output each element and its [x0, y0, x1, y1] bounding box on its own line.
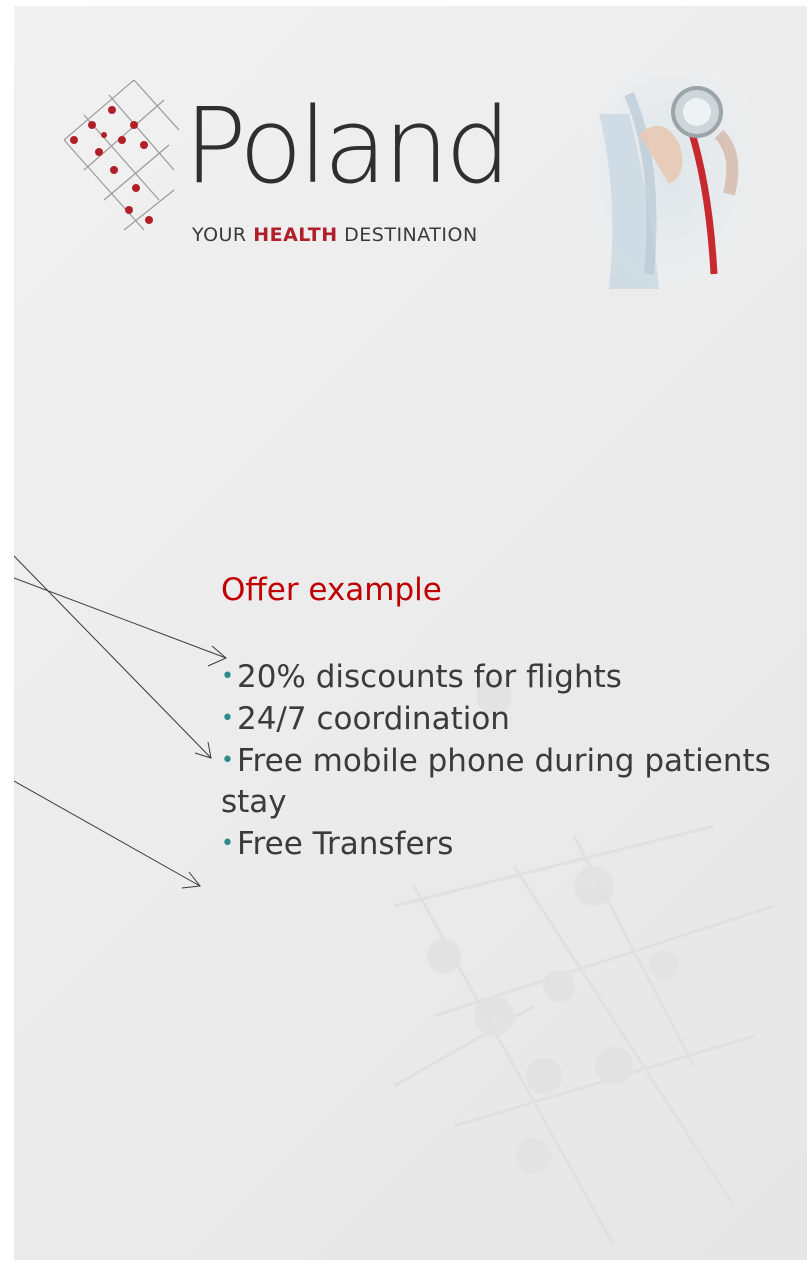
arrowhead-transfers	[181, 871, 201, 889]
slide: Poland YOUR HEALTH DESTINATION Offer exa…	[14, 6, 807, 1260]
offer-item-coordination: •24/7 coordination	[221, 698, 781, 740]
arrow-to-transfers	[14, 780, 201, 887]
offer-item-mobile-phone: •Free mobile phone during patients stay	[221, 740, 781, 823]
offer-item-text: Free Transfers	[236, 826, 454, 862]
bullet-icon: •	[221, 706, 234, 731]
offer-item-transfers: •Free Transfers	[221, 823, 781, 865]
offer-list: •20% discounts for flights •24/7 coordin…	[221, 656, 781, 865]
bullet-icon: •	[221, 664, 234, 689]
pointer-arrows	[14, 555, 227, 889]
offer-item-text: 24/7 coordination	[236, 701, 510, 737]
offer-item-text: 20% discounts for flights	[236, 659, 622, 695]
bullet-icon: •	[221, 831, 234, 856]
offer-title: Offer example	[221, 572, 442, 608]
offer-item-text: Free mobile phone during patients stay	[221, 743, 771, 820]
offer-item-flights: •20% discounts for flights	[221, 656, 781, 698]
arrow-to-flights	[14, 577, 227, 659]
arrow-to-coordination	[14, 555, 212, 759]
bullet-icon: •	[221, 748, 234, 773]
